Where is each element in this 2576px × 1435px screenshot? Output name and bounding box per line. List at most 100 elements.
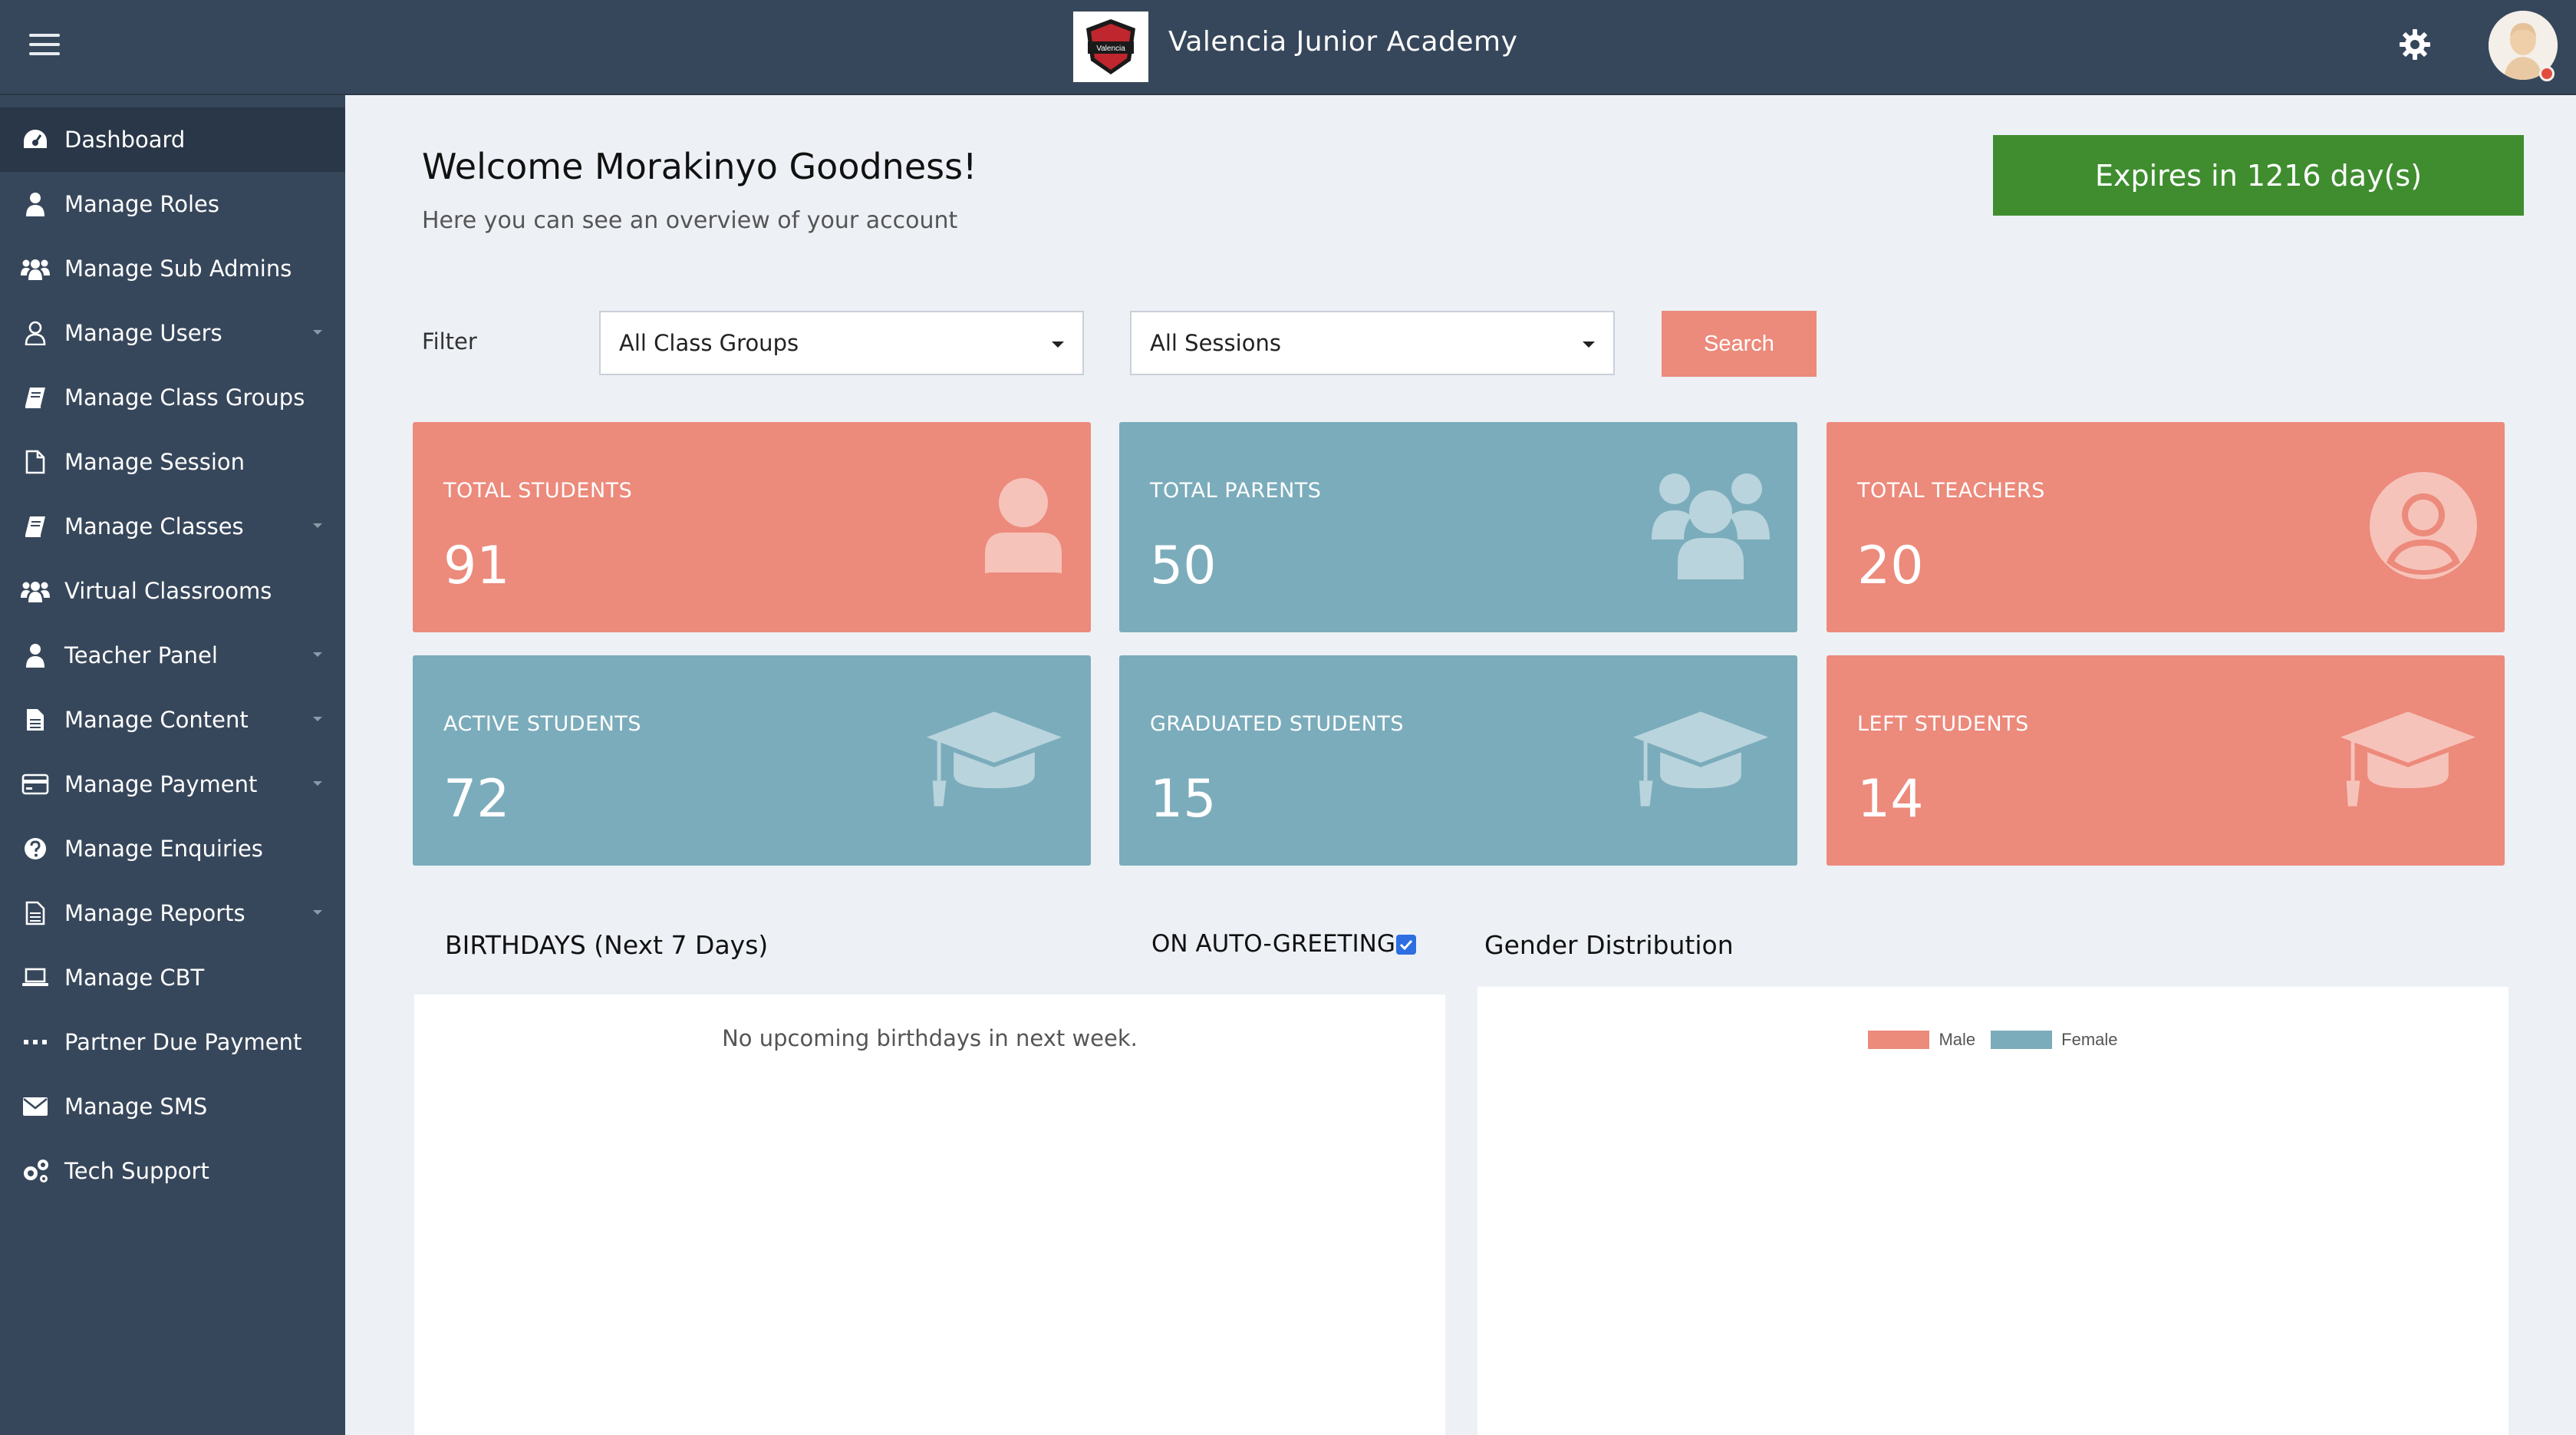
graduation-cap-icon	[2339, 701, 2477, 816]
stat-value: 91	[443, 536, 510, 596]
sidebar-item-label: Partner Due Payment	[64, 1029, 302, 1055]
stat-value: 50	[1150, 536, 1217, 596]
sidebar-item-manage-payment[interactable]: Manage Payment	[0, 752, 345, 816]
user-icon	[20, 189, 51, 219]
sidebar-item-label: Manage Users	[64, 320, 222, 346]
empty-state-text: No upcoming birthdays in next week.	[722, 1025, 1138, 1051]
sidebar-item-label: Manage SMS	[64, 1094, 208, 1120]
sidebar-item-manage-session[interactable]: Manage Session	[0, 430, 345, 494]
sidebar-item-partner-due-payment[interactable]: Partner Due Payment	[0, 1010, 345, 1074]
credit-card-icon	[20, 769, 51, 800]
gender-chart-panel: Male Female	[1477, 987, 2508, 1435]
users-icon	[1632, 468, 1770, 583]
sidebar-item-manage-users[interactable]: Manage Users	[0, 301, 345, 365]
sidebar-item-manage-roles[interactable]: Manage Roles	[0, 172, 345, 236]
users-icon	[20, 576, 51, 606]
file-text-icon	[20, 704, 51, 735]
sidebar-item-label: Manage Sub Admins	[64, 256, 292, 282]
dashboard-gauge-icon	[20, 124, 51, 155]
sidebar-item-tech-support[interactable]: Tech Support	[0, 1139, 345, 1203]
class-group-select-value: All Class Groups	[619, 330, 799, 356]
user-outline-icon	[20, 318, 51, 348]
sidebar-item-label: Manage CBT	[64, 965, 205, 991]
sidebar-item-manage-content[interactable]: Manage Content	[0, 688, 345, 752]
stat-card-total-teachers[interactable]: TOTAL TEACHERS 20	[1827, 422, 2505, 632]
sidebar-item-manage-sms[interactable]: Manage SMS	[0, 1074, 345, 1139]
legend-swatch	[1991, 1031, 2053, 1049]
session-select[interactable]: All Sessions	[1130, 311, 1615, 375]
stat-card-active-students[interactable]: ACTIVE STUDENTS 72	[413, 655, 1091, 866]
cogs-icon	[20, 1156, 51, 1186]
legend-swatch	[1868, 1031, 1930, 1049]
sidebar-item-manage-classes[interactable]: Manage Classes	[0, 494, 345, 559]
stat-card-left-students[interactable]: LEFT STUDENTS 14	[1827, 655, 2505, 866]
class-group-select[interactable]: All Class Groups	[599, 311, 1084, 375]
legend-label: Male	[1939, 1030, 1976, 1049]
sidebar-item-manage-sub-admins[interactable]: Manage Sub Admins	[0, 236, 345, 301]
logo-text: Valencia	[1096, 45, 1125, 53]
notification-dot	[2539, 66, 2555, 81]
book-icon	[20, 382, 51, 413]
caret-down-icon	[1583, 341, 1595, 348]
sidebar-item-label: Manage Content	[64, 707, 249, 733]
book-icon	[20, 511, 51, 542]
sidebar-item-label: Manage Payment	[64, 771, 258, 797]
check-icon	[1399, 939, 1413, 951]
stat-value: 15	[1150, 769, 1217, 830]
stat-card-total-students[interactable]: TOTAL STUDENTS 91	[413, 422, 1091, 632]
auto-greeting-label: ON AUTO-GREETING	[1151, 930, 1395, 958]
stat-card-total-parents[interactable]: TOTAL PARENTS 50	[1119, 422, 1797, 632]
stat-card-graduated-students[interactable]: GRADUATED STUDENTS 15	[1119, 655, 1797, 866]
stat-label: TOTAL STUDENTS	[443, 479, 633, 503]
user-icon	[20, 640, 51, 671]
sidebar-item-manage-reports[interactable]: Manage Reports	[0, 881, 345, 945]
hamburger-menu-icon[interactable]	[29, 34, 60, 58]
sidebar-item-label: Manage Class Groups	[64, 384, 305, 411]
chevron-down-icon	[313, 910, 322, 915]
gear-icon[interactable]	[2396, 26, 2433, 63]
page-title: Welcome Morakinyo Goodness!	[422, 146, 977, 187]
sidebar-item-dashboard[interactable]: Dashboard	[0, 107, 345, 172]
legend-item-female[interactable]: Female	[1991, 1030, 2118, 1050]
user-circle-icon	[2339, 468, 2477, 583]
sidebar-item-label: Manage Reports	[64, 900, 245, 926]
stat-value: 14	[1857, 769, 1924, 830]
chart-legend: Male Female	[1477, 1030, 2508, 1050]
chevron-down-icon	[313, 781, 322, 786]
auto-greeting-checkbox[interactable]	[1396, 935, 1416, 955]
sidebar-item-label: Teacher Panel	[64, 642, 218, 668]
chevron-down-icon	[313, 330, 322, 335]
stat-label: TOTAL PARENTS	[1150, 479, 1322, 503]
user-icon	[925, 468, 1063, 583]
school-crest-icon: Valencia	[1086, 19, 1135, 74]
stat-value: 20	[1857, 536, 1924, 596]
sidebar-item-label: Manage Classes	[64, 513, 244, 539]
sidebar-item-label: Manage Roles	[64, 191, 220, 217]
sidebar-item-virtual-classrooms[interactable]: Virtual Classrooms	[0, 559, 345, 623]
sidebar-item-label: Tech Support	[64, 1158, 209, 1184]
envelope-icon	[20, 1091, 51, 1122]
school-logo: Valencia	[1073, 12, 1148, 82]
question-circle-icon	[20, 833, 51, 864]
birthdays-panel: No upcoming birthdays in next week.	[414, 995, 1445, 1435]
sidebar-item-manage-class-groups[interactable]: Manage Class Groups	[0, 365, 345, 430]
graduation-cap-icon	[925, 701, 1063, 816]
sidebar-item-teacher-panel[interactable]: Teacher Panel	[0, 623, 345, 688]
sidebar-item-manage-cbt[interactable]: Manage CBT	[0, 945, 345, 1010]
stat-label: LEFT STUDENTS	[1857, 712, 2029, 736]
file-icon	[20, 447, 51, 477]
stat-label: TOTAL TEACHERS	[1857, 479, 2045, 503]
stat-label: ACTIVE STUDENTS	[443, 712, 641, 736]
session-select-value: All Sessions	[1150, 330, 1281, 356]
sidebar-item-label: Dashboard	[64, 127, 186, 153]
top-bar: Valencia Valencia Junior Academy	[0, 0, 2576, 95]
chevron-down-icon	[313, 717, 322, 721]
legend-label: Female	[2061, 1030, 2118, 1049]
chevron-down-icon	[313, 652, 322, 657]
page-subtitle: Here you can see an overview of your acc…	[422, 207, 958, 234]
search-button[interactable]: Search	[1662, 311, 1817, 377]
sidebar-item-manage-enquiries[interactable]: Manage Enquiries	[0, 816, 345, 881]
file-text-outline-icon	[20, 898, 51, 929]
legend-item-male[interactable]: Male	[1868, 1030, 1975, 1050]
caret-down-icon	[1052, 341, 1064, 348]
